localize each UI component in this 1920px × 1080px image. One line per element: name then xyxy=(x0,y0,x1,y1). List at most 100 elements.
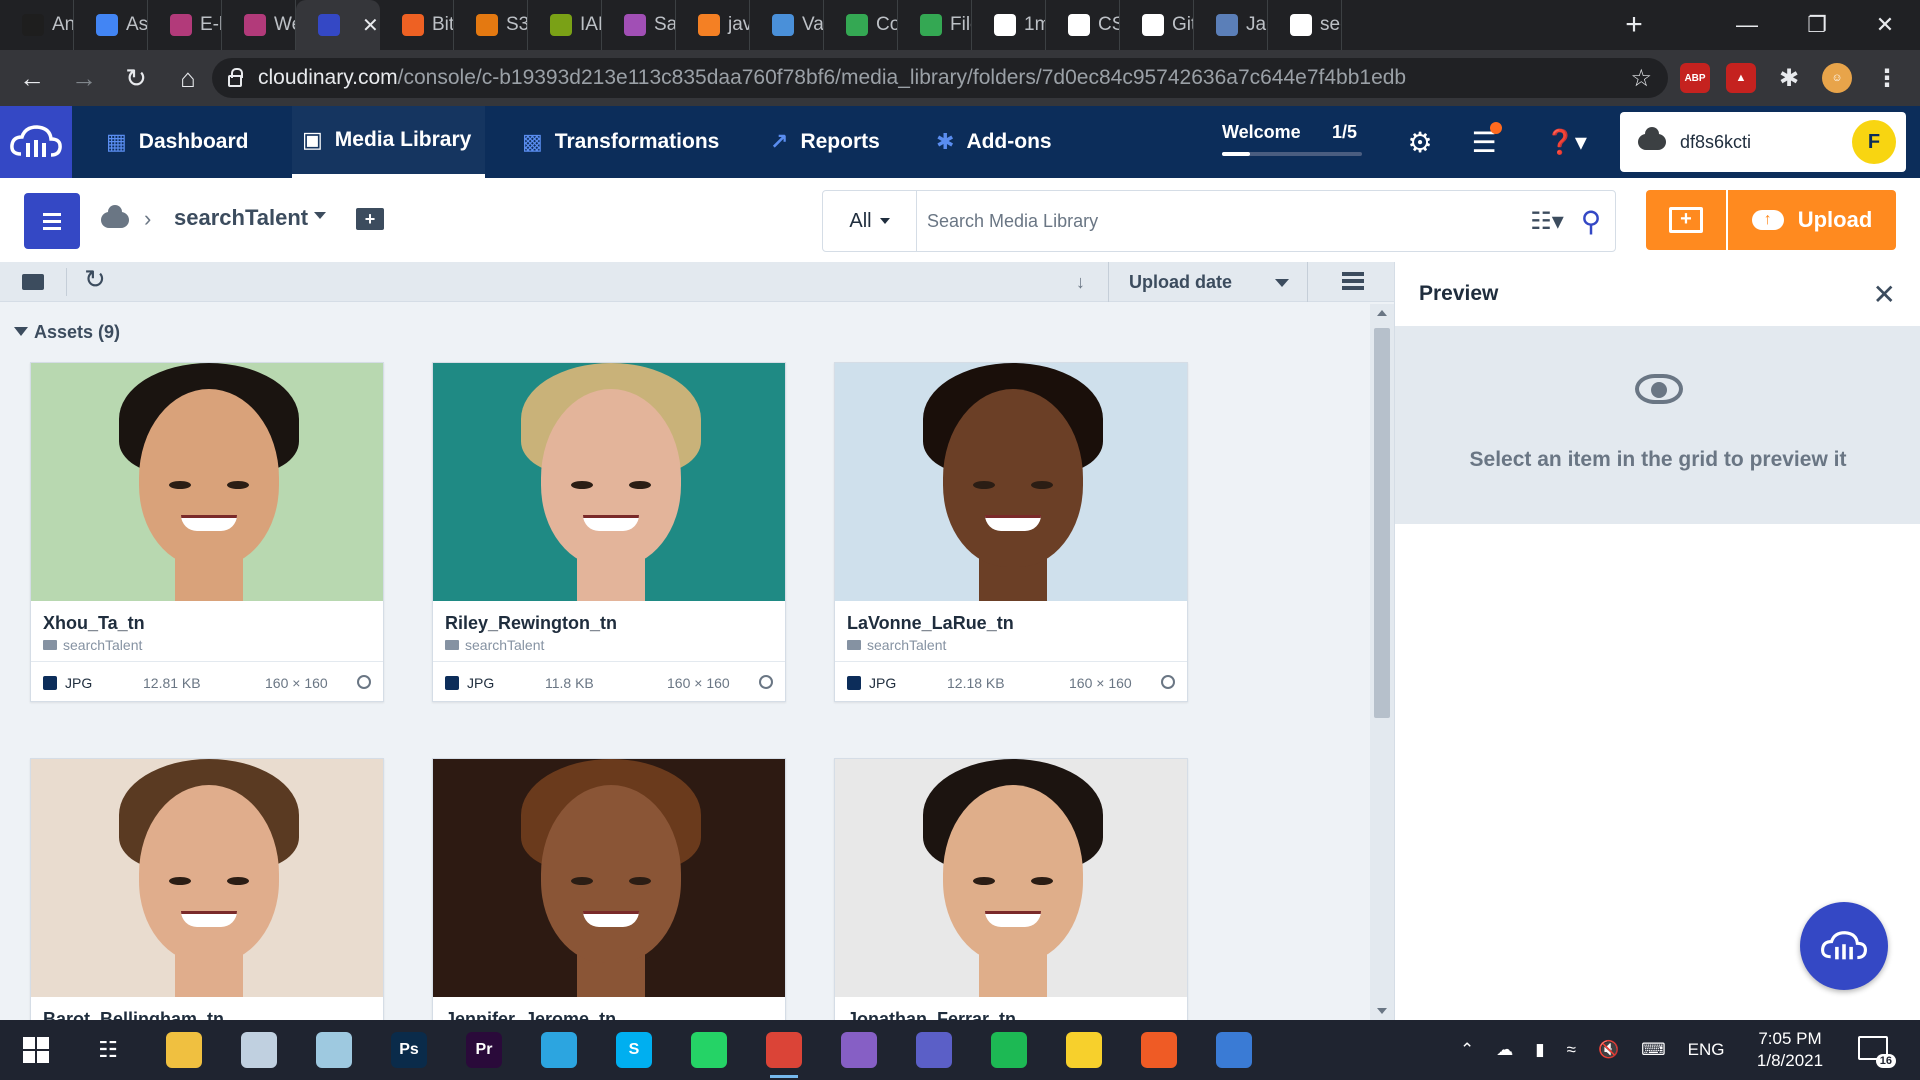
nav-dashboard[interactable]: ▦ Dashboard xyxy=(106,106,248,178)
language-indicator[interactable]: ENG xyxy=(1688,1040,1725,1060)
photos-icon[interactable] xyxy=(1216,1032,1252,1068)
minimize-icon[interactable]: — xyxy=(1712,0,1782,50)
browser-tab[interactable]: 1m xyxy=(972,0,1046,50)
welcome-label[interactable]: Welcome xyxy=(1222,122,1301,143)
extensions-icon[interactable]: ✱ xyxy=(1774,63,1804,93)
browser-tab[interactable]: San xyxy=(602,0,676,50)
folder-tree-icon[interactable] xyxy=(22,274,44,290)
back-icon[interactable]: ← xyxy=(12,58,52,98)
asset-thumbnail[interactable] xyxy=(433,363,785,601)
telegram-icon[interactable] xyxy=(541,1032,577,1068)
browser-tab[interactable]: Bitl xyxy=(380,0,454,50)
file-explorer-icon[interactable] xyxy=(166,1032,202,1068)
filter-sliders-icon[interactable]: ☷▾ xyxy=(1527,207,1567,236)
sort-select[interactable]: Upload date xyxy=(1108,262,1308,302)
restore-icon[interactable]: ❐ xyxy=(1782,0,1852,50)
home-icon[interactable]: ⌂ xyxy=(168,58,208,98)
asset-thumbnail[interactable] xyxy=(31,759,383,997)
spotify-icon[interactable] xyxy=(991,1032,1027,1068)
visual-studio-icon[interactable] xyxy=(841,1032,877,1068)
browser-tab[interactable]: E-le xyxy=(148,0,222,50)
browser-tab[interactable]: Anr xyxy=(0,0,74,50)
adblock-icon[interactable]: ABP xyxy=(1680,63,1710,93)
asset-thumbnail[interactable] xyxy=(433,759,785,997)
root-cloud-icon[interactable] xyxy=(101,205,129,228)
asset-thumbnail[interactable] xyxy=(31,363,383,601)
nav-add-ons[interactable]: ✱ Add-ons xyxy=(936,106,1052,178)
new-folder-icon[interactable]: + xyxy=(356,208,384,230)
tab-close-icon[interactable]: ✕ xyxy=(362,13,379,38)
asset-card[interactable]: Xhou_Ta_tn searchTalent JPG 12.81 KB 160 × 1… xyxy=(30,362,384,702)
assets-section-toggle[interactable]: Assets (9) xyxy=(14,322,120,343)
windows-start-icon[interactable] xyxy=(18,1032,54,1068)
url-field[interactable]: cloudinary.com/console/c-b19393d213e113c… xyxy=(212,58,1668,98)
search-scope-select[interactable]: All xyxy=(823,191,917,251)
nav-media-library[interactable]: ▣ Media Library xyxy=(292,106,486,178)
chevron-up-icon[interactable]: ⌃ xyxy=(1460,1040,1474,1060)
task-view-icon[interactable]: ☷ xyxy=(90,1032,126,1068)
nav-reports[interactable]: ↗ Reports xyxy=(770,106,880,178)
refresh-icon[interactable]: ↻ xyxy=(84,264,106,295)
search-icon[interactable]: ⚲ xyxy=(1567,205,1615,238)
notifications-icon[interactable]: 16 xyxy=(1858,1036,1896,1068)
browser-tab[interactable]: CSC xyxy=(1046,0,1120,50)
settings-gear-icon[interactable]: ⚙ xyxy=(1402,124,1438,160)
account-switcher[interactable]: df8s6kcti F xyxy=(1620,112,1906,172)
keyboard-icon[interactable]: ⌨ xyxy=(1641,1040,1666,1060)
upload-button[interactable]: ↑ Upload xyxy=(1728,190,1896,250)
breadcrumb-folder[interactable]: searchTalent xyxy=(174,205,308,231)
teams-icon[interactable] xyxy=(916,1032,952,1068)
browser-tab[interactable]: Vali xyxy=(750,0,824,50)
avatar[interactable]: F xyxy=(1852,120,1896,164)
new-tab-button[interactable]: + xyxy=(1619,8,1649,42)
help-icon[interactable]: ❓▾ xyxy=(1536,124,1596,160)
folder-menu-button[interactable] xyxy=(24,193,80,249)
asset-card[interactable]: Riley_Rewington_tn searchTalent JPG 11.8 KB… xyxy=(432,362,786,702)
forward-icon[interactable]: → xyxy=(64,58,104,98)
search-input[interactable] xyxy=(917,192,1527,250)
cloudinary-assistant-button[interactable] xyxy=(1800,902,1888,990)
battery-icon[interactable]: ▮ xyxy=(1535,1040,1544,1060)
browser-tab[interactable]: ✕ xyxy=(296,0,380,50)
list-view-icon[interactable] xyxy=(1342,272,1364,292)
close-icon[interactable]: ✕ xyxy=(1873,278,1896,311)
grid-scrollbar[interactable] xyxy=(1370,304,1394,1020)
premiere-icon[interactable]: Pr xyxy=(466,1032,502,1068)
whats-new-icon[interactable]: ☰ xyxy=(1466,122,1502,160)
chrome-menu-icon[interactable]: ⋮ xyxy=(1872,63,1902,93)
browser-tab[interactable]: java xyxy=(676,0,750,50)
nav-transformations[interactable]: ▩ Transformations xyxy=(522,106,719,178)
asset-card[interactable]: LaVonne_LaRue_tn searchTalent JPG 12.18 KB 1… xyxy=(834,362,1188,702)
asset-thumbnail[interactable] xyxy=(835,759,1187,997)
add-asset-button[interactable]: + xyxy=(1646,190,1726,250)
browser-tab[interactable]: seq xyxy=(1268,0,1342,50)
clock[interactable]: 7:05 PM 1/8/2021 xyxy=(1740,1028,1840,1072)
chrome-icon[interactable] xyxy=(766,1032,802,1078)
chevron-down-icon[interactable] xyxy=(314,212,326,219)
reload-icon[interactable]: ↻ xyxy=(116,58,156,98)
browser-tab[interactable]: Cor xyxy=(824,0,898,50)
window-close-icon[interactable]: ✕ xyxy=(1850,0,1920,50)
photoshop-icon[interactable]: Ps xyxy=(391,1032,427,1068)
volume-muted-icon[interactable]: 🔇 xyxy=(1598,1040,1619,1060)
browser-tab[interactable]: S3 xyxy=(454,0,528,50)
browser-tab[interactable]: We xyxy=(222,0,296,50)
postman-icon[interactable] xyxy=(1141,1032,1177,1068)
whatsapp-icon[interactable] xyxy=(691,1032,727,1068)
bookmark-star-icon[interactable]: ☆ xyxy=(1630,64,1652,93)
asset-thumbnail[interactable] xyxy=(835,363,1187,601)
sticky-notes-icon[interactable] xyxy=(1066,1032,1102,1068)
sort-direction-icon[interactable]: ↓ xyxy=(1076,272,1085,293)
skype-icon[interactable]: S xyxy=(616,1032,652,1068)
browser-tab[interactable]: File xyxy=(898,0,972,50)
profile-avatar[interactable]: ☺ xyxy=(1822,63,1852,93)
browser-tab[interactable]: IAM xyxy=(528,0,602,50)
cloudinary-logo[interactable] xyxy=(0,106,72,178)
browser-tab[interactable]: Ass xyxy=(74,0,148,50)
snipping-tool-icon[interactable] xyxy=(241,1032,277,1068)
pocket-icon[interactable]: ▲ xyxy=(1726,63,1756,93)
wifi-icon[interactable]: ≈ xyxy=(1567,1040,1576,1060)
browser-tab[interactable]: Jacl xyxy=(1194,0,1268,50)
notepad-icon[interactable] xyxy=(316,1032,352,1068)
onedrive-icon[interactable]: ☁ xyxy=(1496,1040,1513,1060)
